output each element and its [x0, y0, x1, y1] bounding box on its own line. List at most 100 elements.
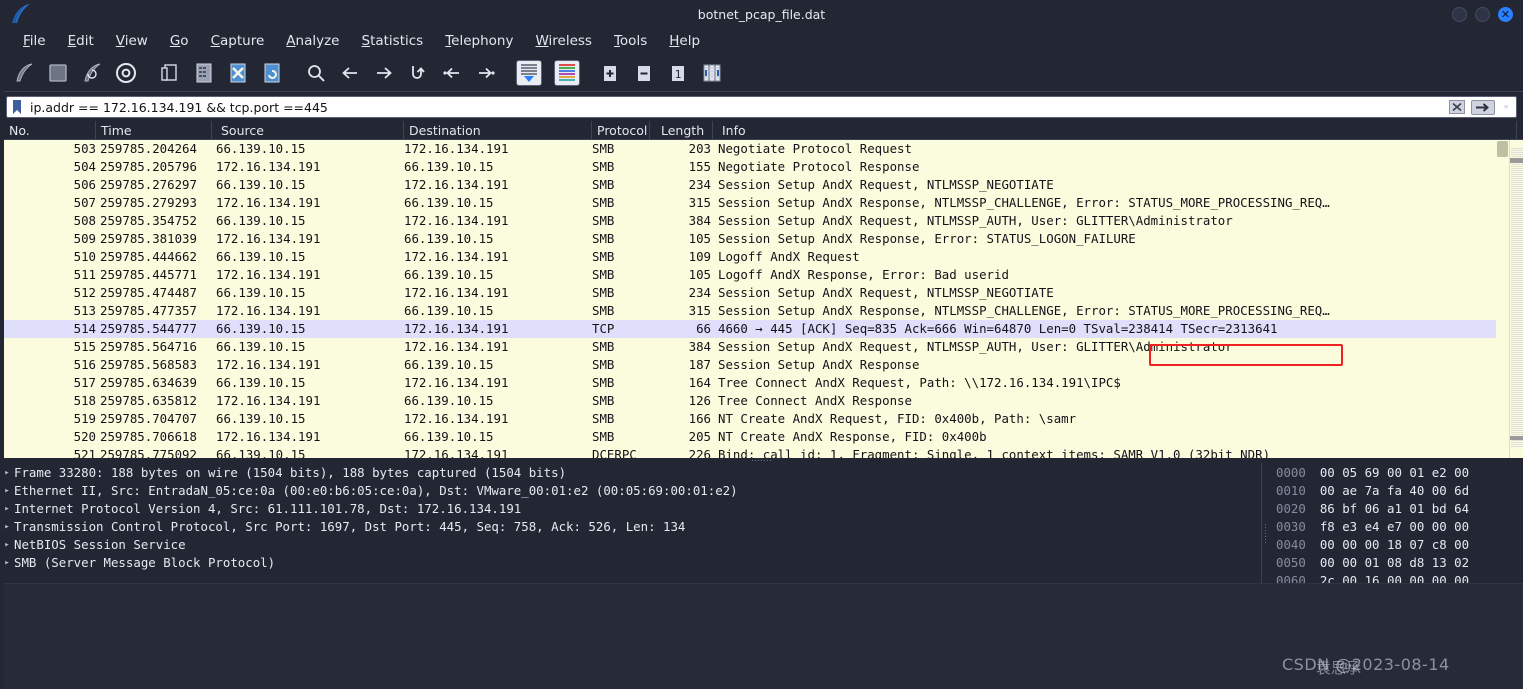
column-header-dst[interactable]: Destination: [404, 121, 592, 140]
find-packet-icon[interactable]: [302, 59, 330, 87]
zoom-reset-icon[interactable]: 1: [664, 59, 692, 87]
column-header-len[interactable]: Length: [656, 121, 713, 140]
column-header-time[interactable]: Time: [96, 121, 212, 140]
packet-row[interactable]: 515 259785.564716 66.139.10.15 172.16.134.1…: [4, 338, 1523, 356]
close-file-icon[interactable]: [224, 59, 252, 87]
minimap-line: [1511, 342, 1523, 343]
minimap-line: [1511, 442, 1523, 443]
packet-row[interactable]: 517 259785.634639 66.139.10.15 172.16.134.1…: [4, 374, 1523, 392]
packet-row[interactable]: 508 259785.354752 66.139.10.15 172.16.134.1…: [4, 212, 1523, 230]
column-header-info[interactable]: Info: [717, 121, 1517, 140]
menu-item-capture[interactable]: Capture: [200, 31, 276, 51]
menu-item-wireless[interactable]: Wireless: [524, 31, 603, 51]
packet-row[interactable]: 504 259785.205796 172.16.134.191 66.139.10.…: [4, 158, 1523, 176]
colorize-icon[interactable]: [554, 59, 580, 86]
zoom-in-icon[interactable]: [596, 59, 624, 87]
menu-item-file[interactable]: File: [12, 31, 57, 51]
packet-row[interactable]: 510 259785.444662 66.139.10.15 172.16.134.1…: [4, 248, 1523, 266]
bytes-pane-grip-icon[interactable]: [1264, 523, 1267, 545]
packet-list-scrollbar[interactable]: [1496, 140, 1509, 458]
hex-dump-row[interactable]: 0050 00 00 01 08 d8 13 02: [1262, 554, 1523, 572]
menu-item-help[interactable]: Help: [658, 31, 711, 51]
minimap-line: [1511, 202, 1523, 203]
splitter-grip-icon: [750, 459, 773, 462]
detail-tree-row[interactable]: ▸ Ethernet II, Src: EntradaN_05:ce:0a (00…: [0, 482, 1261, 500]
packet-cell-src: 172.16.134.191: [216, 195, 321, 210]
minimize-button[interactable]: [1452, 6, 1467, 22]
packet-row[interactable]: 512 259785.474487 66.139.10.15 172.16.134.1…: [4, 284, 1523, 302]
go-forward-icon[interactable]: [370, 59, 398, 87]
packet-row[interactable]: 503 259785.204264 66.139.10.15 172.16.134.1…: [4, 140, 1523, 158]
detail-tree-row[interactable]: ▸ Transmission Control Protocol, Src Port…: [0, 518, 1261, 536]
packet-row[interactable]: 507 259785.279293 172.16.134.191 66.139.10.…: [4, 194, 1523, 212]
hex-offset: 0000: [1276, 465, 1306, 480]
packet-cell-dst: 172.16.134.191: [404, 285, 509, 300]
packet-cell-src: 172.16.134.191: [216, 393, 321, 408]
detail-tree-row[interactable]: ▸ Frame 33280: 188 bytes on wire (1504 bi…: [0, 464, 1261, 482]
column-header-no[interactable]: No.: [4, 121, 96, 140]
menu-item-analyze[interactable]: Analyze: [275, 31, 350, 51]
reload-file-icon[interactable]: [258, 59, 286, 87]
minimap-line: [1511, 368, 1523, 369]
autoscroll-icon[interactable]: [516, 59, 542, 86]
restart-capture-icon[interactable]: [78, 59, 106, 87]
packet-row[interactable]: 516 259785.568583 172.16.134.191 66.139.10.…: [4, 356, 1523, 374]
packet-list-minimap[interactable]: [1509, 140, 1523, 458]
packet-list-scrollbar-thumb[interactable]: [1497, 141, 1508, 157]
capture-options-icon[interactable]: [112, 59, 140, 87]
menu-item-statistics[interactable]: Statistics: [350, 31, 434, 51]
resize-columns-icon[interactable]: [698, 59, 726, 87]
go-to-packet-icon[interactable]: [404, 59, 432, 87]
go-last-packet-icon[interactable]: [472, 59, 500, 87]
minimap-line: [1511, 256, 1523, 257]
hex-dump-row[interactable]: 0000 00 05 69 00 01 e2 00: [1262, 464, 1523, 482]
menu-item-view[interactable]: View: [105, 31, 159, 51]
clear-filter-button[interactable]: [1447, 99, 1467, 115]
column-header-prot[interactable]: Protocol: [592, 121, 650, 140]
stop-capture-icon[interactable]: [44, 59, 72, 87]
menu-item-telephony[interactable]: Telephony: [434, 31, 524, 51]
packet-list[interactable]: 503 259785.204264 66.139.10.15 172.16.134.1…: [0, 140, 1523, 458]
packet-row[interactable]: 518 259785.635812 172.16.134.191 66.139.10.…: [4, 392, 1523, 410]
minimap-line: [1511, 178, 1523, 179]
maximize-button[interactable]: [1475, 6, 1490, 22]
apply-filter-button[interactable]: [1470, 99, 1496, 115]
detail-tree-row[interactable]: ▸ SMB (Server Message Block Protocol): [0, 554, 1261, 572]
menu-item-go[interactable]: Go: [159, 31, 200, 51]
save-file-icon[interactable]: [190, 59, 218, 87]
packet-cell-dst: 66.139.10.15: [404, 267, 494, 282]
display-filter-bar[interactable]: +: [6, 96, 1517, 118]
hex-dump-row[interactable]: 0030 f8 e3 e4 e7 00 00 00: [1262, 518, 1523, 536]
minimap-line: [1511, 334, 1523, 335]
open-file-icon[interactable]: [156, 59, 184, 87]
packet-row[interactable]: 513 259785.477357 172.16.134.191 66.139.10.…: [4, 302, 1523, 320]
zoom-out-icon[interactable]: [630, 59, 658, 87]
minimap-line: [1511, 318, 1523, 319]
menu-item-tools[interactable]: Tools: [603, 31, 658, 51]
column-header-src[interactable]: Source: [216, 121, 404, 140]
packet-row[interactable]: 520 259785.706618 172.16.134.191 66.139.10.…: [4, 428, 1523, 446]
packet-row[interactable]: 519 259785.704707 66.139.10.15 172.16.134.1…: [4, 410, 1523, 428]
menu-item-edit[interactable]: Edit: [57, 31, 105, 51]
detail-tree-row[interactable]: ▸ Internet Protocol Version 4, Src: 61.11…: [0, 500, 1261, 518]
start-capture-icon[interactable]: [10, 59, 38, 87]
packet-row[interactable]: 514 259785.544777 66.139.10.15 172.16.134.1…: [4, 320, 1523, 338]
packet-row[interactable]: 521 259785.775092 66.139.10.15 172.16.134.1…: [4, 446, 1523, 458]
minimap-line: [1511, 354, 1523, 355]
packet-row[interactable]: 506 259785.276297 66.139.10.15 172.16.134.1…: [4, 176, 1523, 194]
minimap-line: [1511, 244, 1523, 245]
hex-dump-row[interactable]: 0040 00 00 00 18 07 c8 00: [1262, 536, 1523, 554]
filter-dropdown-button[interactable]: [1499, 99, 1513, 115]
detail-tree-row[interactable]: ▸ NetBIOS Session Service: [0, 536, 1261, 554]
packet-row[interactable]: 511 259785.445771 172.16.134.191 66.139.10.…: [4, 266, 1523, 284]
minimap-line: [1511, 352, 1523, 353]
go-back-icon[interactable]: [336, 59, 364, 87]
display-filter-input[interactable]: [27, 97, 1447, 117]
packet-cell-no: 503: [73, 141, 96, 156]
hex-dump-row[interactable]: 0020 86 bf 06 a1 01 bd 64: [1262, 500, 1523, 518]
hex-dump-row[interactable]: 0010 00 ae 7a fa 40 00 6d: [1262, 482, 1523, 500]
bookmark-icon[interactable]: [7, 97, 27, 117]
close-button[interactable]: ✕: [1498, 6, 1513, 22]
go-first-packet-icon[interactable]: [438, 59, 466, 87]
packet-row[interactable]: 509 259785.381039 172.16.134.191 66.139.10.…: [4, 230, 1523, 248]
